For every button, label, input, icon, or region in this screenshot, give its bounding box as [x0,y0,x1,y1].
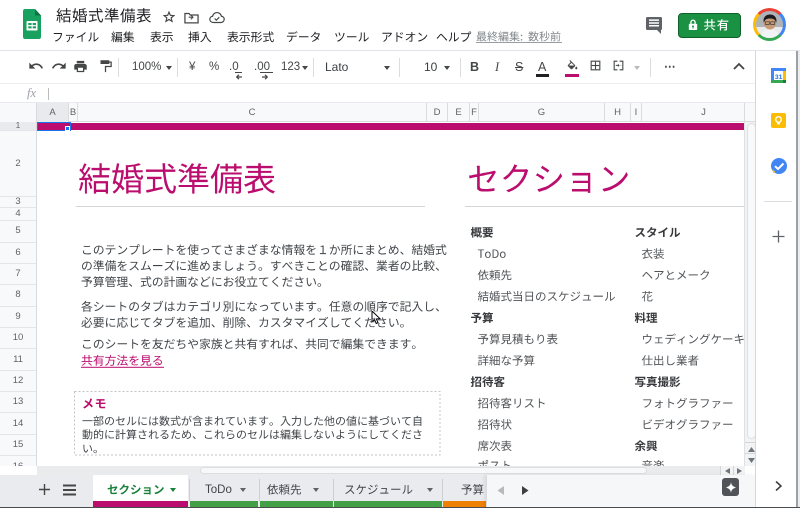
svg-text:31: 31 [775,74,783,81]
